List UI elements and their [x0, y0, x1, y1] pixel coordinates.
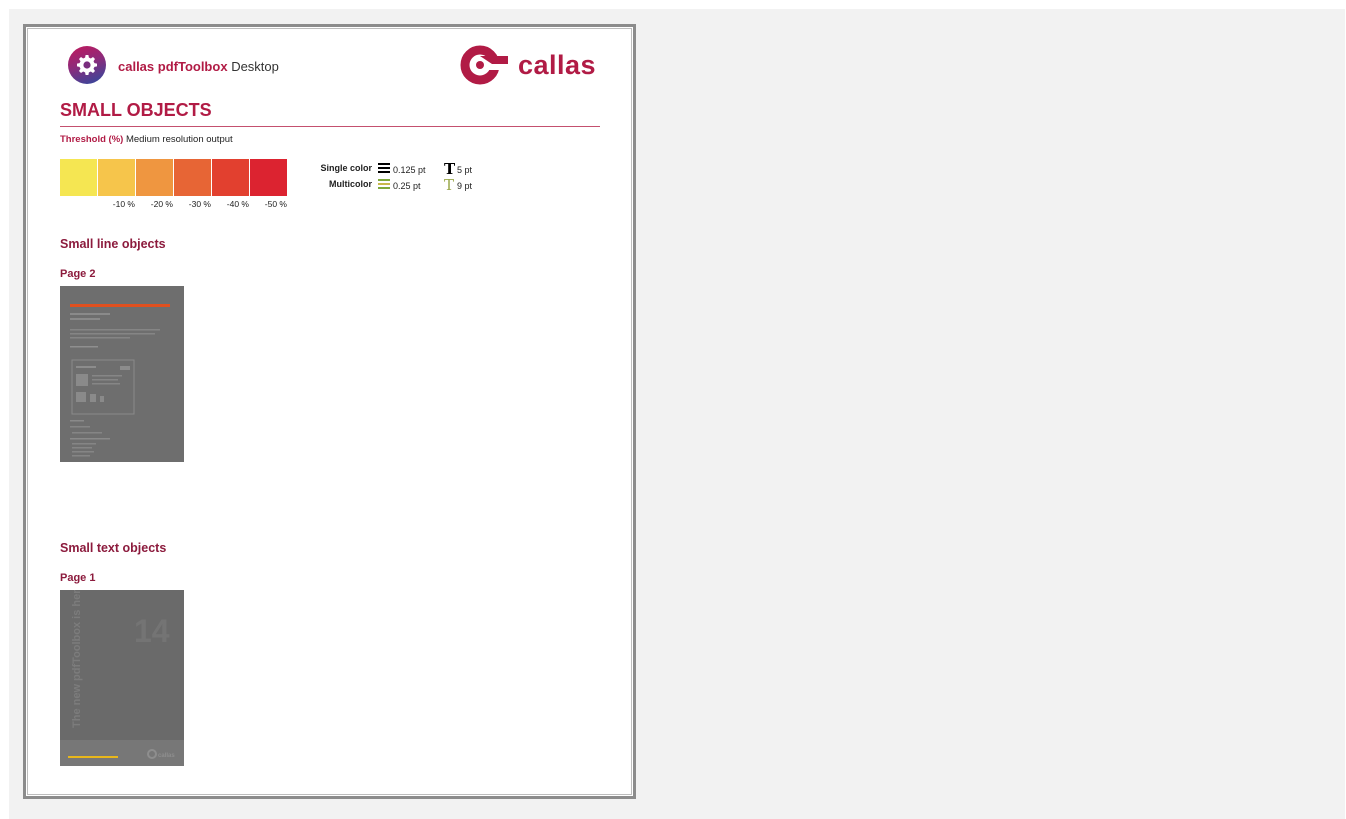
- cover-logo: callas: [158, 753, 175, 759]
- severity-label: -10 %: [112, 199, 135, 209]
- report-title: SMALL OBJECTS: [60, 100, 212, 120]
- legend-single-label: Single color: [320, 163, 372, 173]
- product-edition: Desktop: [231, 59, 279, 74]
- legend-multi-line-value: 0.25 pt: [393, 181, 421, 191]
- severity-swatch: [250, 159, 287, 196]
- legend-single-text-value: 5 pt: [457, 165, 473, 175]
- product-name: callas pdfToolbox Desktop: [118, 59, 279, 74]
- section-title-small-lines: Small line objects: [60, 237, 166, 251]
- threshold-value: Medium resolution output: [125, 134, 233, 145]
- pdftoolbox-gear-icon: [68, 46, 106, 84]
- callas-wordmark: callas: [518, 50, 597, 80]
- legend-multi-text-value: 9 pt: [457, 181, 473, 191]
- severity-label: -20 %: [150, 199, 173, 209]
- severity-label: -50 %: [264, 199, 287, 209]
- threshold-line: Threshold (%) Medium resolution output: [60, 134, 233, 145]
- cover-number: 14: [134, 613, 170, 649]
- text-size-icon: T: [444, 176, 455, 194]
- product-brand: callas pdfToolbox: [118, 59, 228, 74]
- callas-logo: callas: [456, 44, 596, 86]
- lines-icon: [378, 162, 390, 175]
- report-header: callas pdfToolbox Desktop callas: [68, 44, 608, 86]
- severity-label: -30 %: [188, 199, 211, 209]
- severity-swatch: [98, 159, 135, 196]
- page-preview-cover: 14 The new pdfToolbox is here callas: [60, 590, 184, 766]
- severity-swatch: [174, 159, 211, 196]
- cover-title: The new pdfToolbox is here: [71, 590, 83, 728]
- report-page: callas pdfToolbox Desktop callas SMALL O…: [23, 24, 636, 799]
- page-label: Page 1: [60, 572, 96, 584]
- severity-swatches: [60, 159, 288, 196]
- callas-c-icon: [460, 45, 514, 85]
- severity-labels: -10 % -20 % -30 % -40 % -50 %: [60, 199, 290, 211]
- legend-multi-label: Multicolor: [329, 179, 372, 189]
- threshold-label: Threshold (%): [60, 134, 124, 145]
- severity-swatch: [212, 159, 249, 196]
- section-title-small-text: Small text objects: [60, 541, 167, 555]
- lines-icon: [378, 178, 390, 191]
- severity-swatch: [136, 159, 173, 196]
- page-label: Page 2: [60, 268, 96, 280]
- page-thumbnail[interactable]: [60, 286, 184, 462]
- page-preview-lines: [60, 286, 184, 462]
- title-divider: [60, 126, 600, 127]
- severity-swatch: [60, 159, 97, 196]
- legend-single-line-value: 0.125 pt: [393, 165, 426, 175]
- document-viewer[interactable]: callas pdfToolbox Desktop callas SMALL O…: [9, 9, 1345, 819]
- severity-label: -40 %: [226, 199, 249, 209]
- page-thumbnail[interactable]: 14 The new pdfToolbox is here callas: [60, 590, 184, 766]
